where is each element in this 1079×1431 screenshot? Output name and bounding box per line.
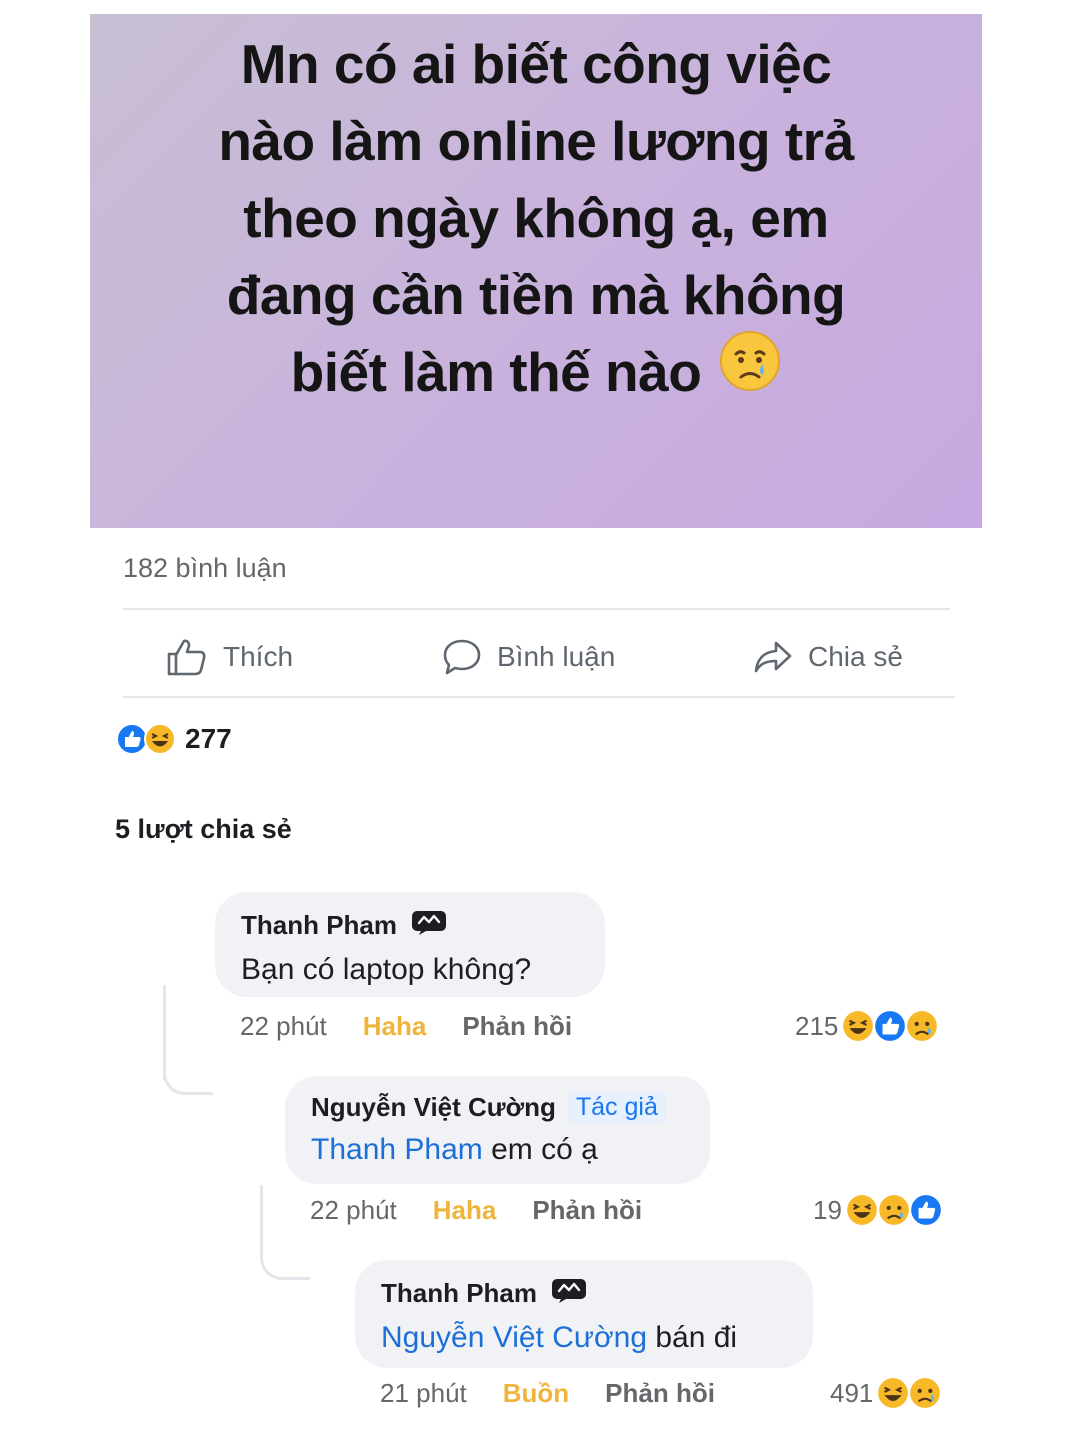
comment-icon bbox=[443, 639, 481, 675]
comment-text-body: em có ạ bbox=[482, 1133, 598, 1166]
comment-text: Thanh Pham em có ạ bbox=[311, 1133, 684, 1167]
post-text: Mn có ai biết công việc nào làm online l… bbox=[90, 26, 982, 412]
divider bbox=[123, 696, 955, 698]
comment-author[interactable]: Thanh Pham bbox=[241, 910, 397, 941]
comment-time[interactable]: 22 phút bbox=[240, 1011, 327, 1042]
comment-reaction-count: 19 bbox=[813, 1194, 842, 1225]
comment-reactions[interactable]: 491 bbox=[830, 1375, 943, 1411]
share-count[interactable]: 5 lượt chia sẻ bbox=[115, 814, 292, 845]
comment-bubble: Thanh Pham Bạn có laptop không? bbox=[215, 892, 605, 997]
comment-meta: 21 phút Buồn Phản hồi bbox=[380, 1378, 715, 1409]
reaction-button[interactable]: Haha bbox=[363, 1011, 427, 1042]
share-label: Chia sẻ bbox=[808, 641, 903, 672]
comment-time[interactable]: 21 phút bbox=[380, 1378, 467, 1409]
post-line: Mn có ai biết công việc bbox=[240, 33, 832, 95]
top-fan-badge-icon bbox=[409, 908, 449, 943]
sad-reaction-icon bbox=[876, 1193, 911, 1227]
reaction-button[interactable]: Haha bbox=[433, 1195, 497, 1226]
comment-reactions[interactable]: 19 bbox=[813, 1192, 944, 1228]
post-line: theo ngày không ạ, em bbox=[243, 187, 829, 249]
comment-author[interactable]: Nguyễn Việt Cường bbox=[311, 1092, 556, 1123]
comment-text: Nguyễn Việt Cường bán đi bbox=[381, 1321, 787, 1355]
author-badge: Tác giả bbox=[567, 1092, 666, 1123]
post-line: nào làm online lương trả bbox=[218, 110, 854, 172]
like-reaction-icon bbox=[908, 1193, 943, 1227]
comment-bubble: Nguyễn Việt Cường Tác giả Thanh Pham em … bbox=[285, 1076, 710, 1184]
haha-reaction-icon bbox=[144, 723, 176, 755]
comment-count[interactable]: 182 bình luận bbox=[123, 553, 287, 584]
reply-button[interactable]: Phản hồi bbox=[462, 1011, 572, 1042]
reply-button[interactable]: Phản hồi bbox=[532, 1195, 642, 1226]
like-button[interactable]: Thích bbox=[165, 635, 293, 679]
share-button[interactable]: Chia sẻ bbox=[752, 635, 903, 679]
like-reaction-icon bbox=[873, 1009, 908, 1043]
reaction-button[interactable]: Buồn bbox=[503, 1378, 569, 1409]
top-fan-badge-icon bbox=[549, 1276, 589, 1311]
comment-author-row: Nguyễn Việt Cường Tác giả bbox=[311, 1092, 684, 1123]
mention-link[interactable]: Nguyễn Việt Cường bbox=[381, 1321, 647, 1354]
post-reactions[interactable]: 277 bbox=[115, 722, 232, 756]
thread-connector bbox=[163, 1050, 213, 1095]
post-line-last: biết làm thế nào bbox=[90, 331, 982, 412]
divider bbox=[123, 608, 950, 610]
thumbs-up-icon bbox=[167, 639, 206, 676]
haha-reaction-icon bbox=[841, 1009, 876, 1043]
comment-author-row: Thanh Pham bbox=[381, 1276, 787, 1311]
comment-label: Bình luận bbox=[497, 641, 616, 672]
like-label: Thích bbox=[223, 641, 294, 672]
comment-author-row: Thanh Pham bbox=[241, 908, 579, 943]
comment-meta: 22 phút Haha Phản hồi bbox=[240, 1011, 572, 1042]
reaction-count: 277 bbox=[185, 723, 232, 754]
reply-button[interactable]: Phản hồi bbox=[605, 1378, 715, 1409]
comment-button[interactable]: Bình luận bbox=[441, 635, 615, 679]
comment-meta: 22 phút Haha Phản hồi bbox=[310, 1195, 642, 1226]
crying-face-icon bbox=[719, 330, 781, 412]
comment-reaction-count: 491 bbox=[830, 1377, 874, 1408]
comment-author[interactable]: Thanh Pham bbox=[381, 1278, 537, 1309]
comment-text: Bạn có laptop không? bbox=[241, 953, 532, 986]
mention-link[interactable]: Thanh Pham bbox=[311, 1133, 483, 1166]
share-arrow-icon bbox=[754, 641, 792, 673]
comment-text-body: bán đi bbox=[647, 1321, 738, 1354]
comment-reaction-count: 215 bbox=[795, 1010, 839, 1041]
haha-reaction-icon bbox=[876, 1376, 911, 1410]
sad-reaction-icon bbox=[905, 1009, 940, 1043]
post-line: đang cần tiền mà không bbox=[226, 264, 846, 326]
comment-bubble: Thanh Pham Nguyễn Việt Cường bán đi bbox=[355, 1260, 813, 1368]
post-line: biết làm thế nào bbox=[290, 341, 702, 403]
comment-reactions[interactable]: 215 bbox=[795, 1008, 940, 1044]
thread-connector bbox=[260, 1230, 310, 1280]
haha-reaction-icon bbox=[844, 1193, 879, 1227]
comment-time[interactable]: 22 phút bbox=[310, 1195, 397, 1226]
sad-reaction-icon bbox=[908, 1376, 943, 1410]
